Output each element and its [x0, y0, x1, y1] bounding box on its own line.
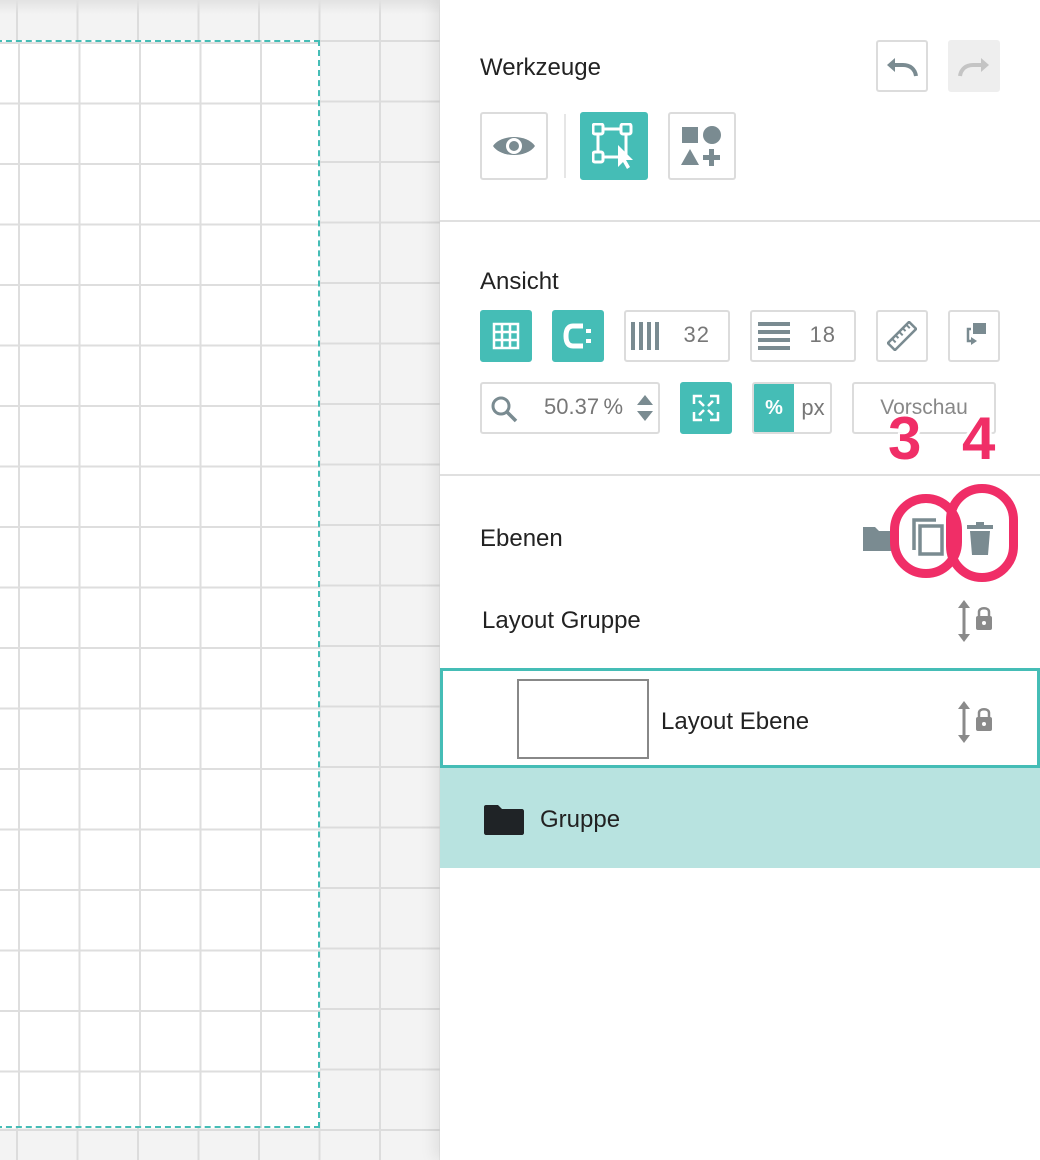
layer-label: Layout Ebene — [661, 708, 810, 735]
grid-icon — [492, 322, 520, 350]
canvas-top-shadow — [0, 0, 440, 14]
divider-tools — [440, 220, 1040, 222]
columns-value: 32 — [683, 322, 710, 347]
divider-view — [440, 474, 1040, 476]
select-mode-button[interactable] — [580, 112, 648, 180]
preview-mode-button[interactable] — [480, 112, 548, 180]
columns-icon — [631, 322, 659, 350]
fit-to-screen-button[interactable] — [680, 382, 732, 434]
zoom-field[interactable]: 50.37 % — [480, 382, 660, 434]
columns-count-field[interactable]: 32 — [624, 310, 730, 362]
ruler-icon — [887, 321, 917, 351]
rows-value: 18 — [809, 322, 836, 347]
redo-icon — [958, 58, 989, 77]
rows-count-field[interactable]: 18 — [750, 310, 856, 362]
layers-title: Ebenen — [480, 525, 563, 552]
layer-item-layout-group[interactable]: Layout Gruppe — [440, 586, 1040, 658]
layer-label: Layout Gruppe — [482, 607, 641, 634]
unit-percent-option[interactable]: % — [754, 384, 794, 432]
fit-screen-icon — [692, 394, 720, 422]
annotation-number-3: 3 — [888, 405, 922, 472]
editor-canvas[interactable] — [0, 0, 440, 1160]
layer-order-button[interactable] — [948, 310, 1000, 362]
eye-icon — [493, 137, 535, 155]
view-title: Ansicht — [480, 268, 559, 295]
bring-forward-icon — [966, 323, 986, 345]
unit-px-option[interactable]: px — [794, 384, 830, 432]
folder-icon — [484, 805, 524, 835]
undo-button[interactable] — [876, 40, 928, 92]
layer-item-layout-layer[interactable]: Layout Ebene — [440, 668, 1040, 768]
magnet-snap-icon — [563, 323, 591, 349]
ruler-toggle-button[interactable] — [876, 310, 928, 362]
tools-title: Werkzeuge — [480, 54, 601, 81]
snap-toggle-button[interactable] — [552, 310, 604, 362]
resize-lock-icon[interactable] — [956, 600, 996, 642]
undo-icon — [887, 58, 918, 77]
add-shapes-button[interactable] — [668, 112, 736, 180]
rows-icon — [758, 322, 790, 350]
annotation-ring-delete — [946, 484, 1018, 582]
shapes-add-icon — [681, 126, 721, 166]
tool-separator — [564, 114, 566, 178]
zoom-value: 50.37 % — [544, 394, 624, 419]
select-transform-icon — [592, 123, 633, 169]
layer-label: Gruppe — [540, 806, 621, 833]
search-icon — [491, 396, 518, 423]
annotation-number-4: 4 — [962, 405, 996, 472]
stepper-arrows-icon[interactable] — [636, 393, 654, 423]
redo-button[interactable] — [948, 40, 1000, 92]
resize-lock-icon[interactable] — [956, 701, 996, 743]
properties-panel: Werkzeuge Ansicht 32 18 50.37 % % px Vor… — [440, 0, 1040, 1160]
unit-switch[interactable]: % px — [752, 382, 832, 434]
layer-thumbnail — [517, 679, 649, 759]
layer-item-group[interactable]: Gruppe — [440, 768, 1040, 868]
grid-toggle-button[interactable] — [480, 310, 532, 362]
layout-artboard[interactable] — [0, 40, 320, 1128]
